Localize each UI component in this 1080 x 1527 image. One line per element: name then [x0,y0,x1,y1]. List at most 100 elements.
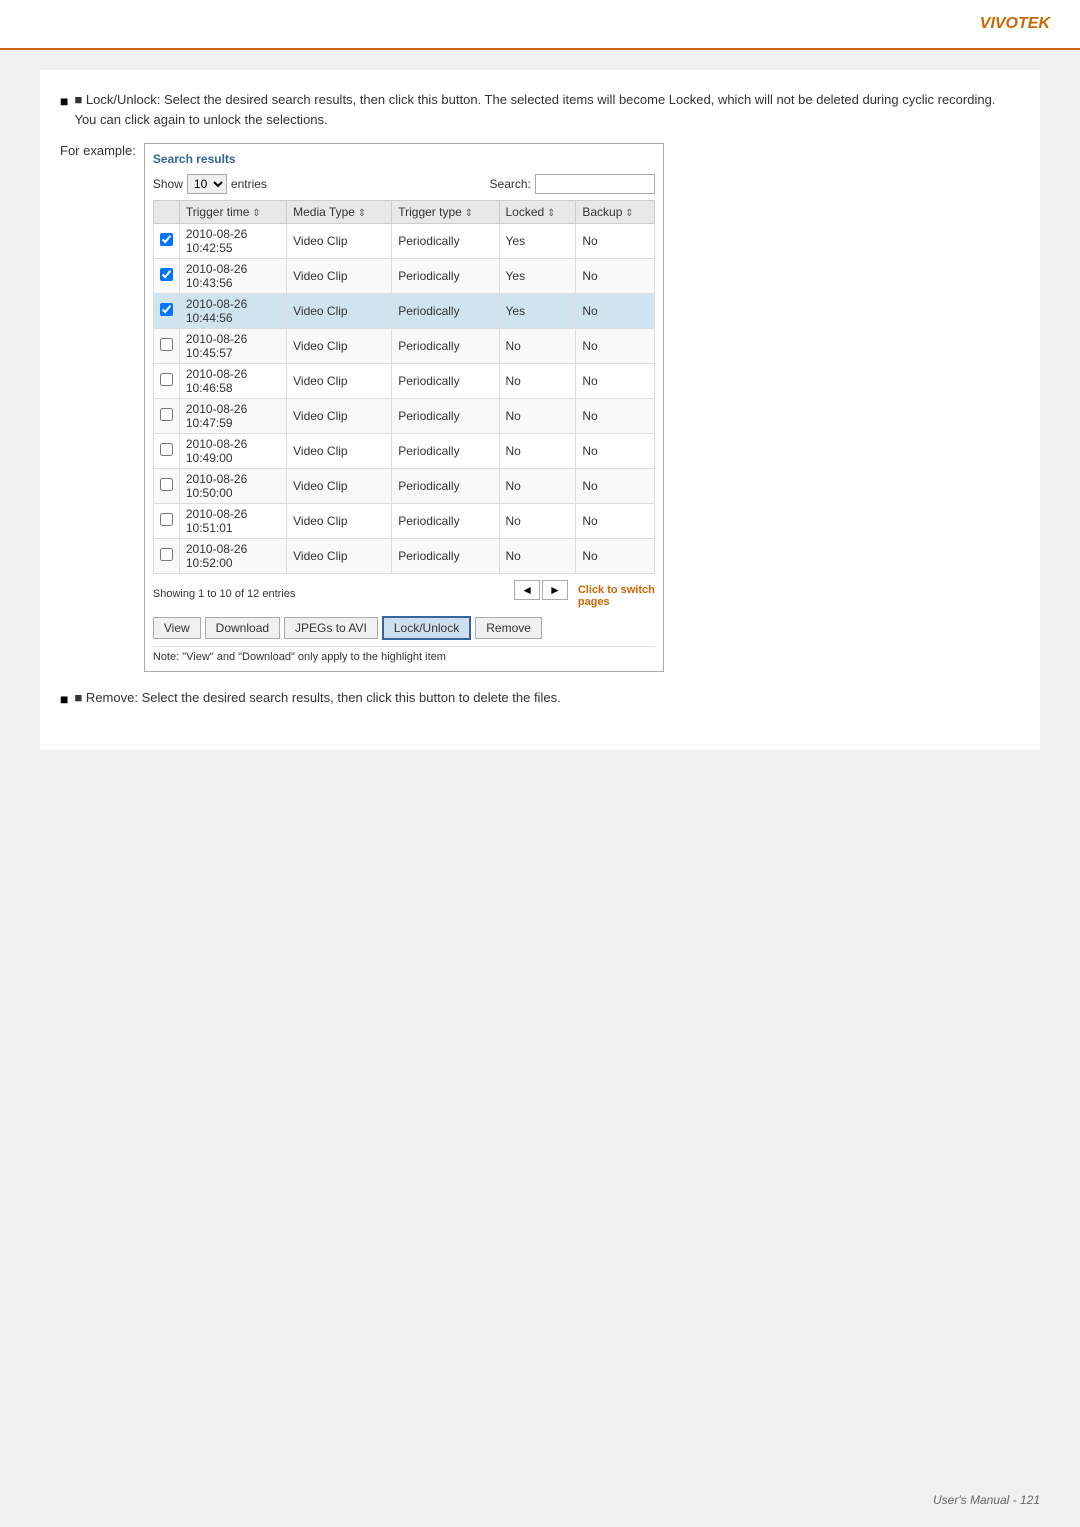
trigger-time-cell: 2010-08-2610:43:56 [179,259,286,294]
backup-cell: No [576,259,655,294]
locked-cell: No [499,469,576,504]
trigger-time-cell: 2010-08-2610:42:55 [179,224,286,259]
locked-cell: Yes [499,224,576,259]
locked-cell: No [499,504,576,539]
action-buttons: View Download JPEGs to AVI Lock/Unlock R… [153,616,655,640]
annotation-wrapper: ◄ ► Click to switchpages [514,580,655,608]
trigger-time-cell: 2010-08-2610:49:00 [179,434,286,469]
row-checkbox[interactable] [160,373,173,386]
remove-instruction-text: ■ Remove: Select the desired search resu… [74,688,560,708]
checkbox-cell[interactable] [153,539,179,574]
checkbox-cell[interactable] [153,504,179,539]
trigger-type-cell: Periodically [392,294,499,329]
search-results-title: Search results [153,152,655,166]
brand-logo: VIVOTEK [980,15,1050,33]
table-row: 2010-08-2610:50:00Video ClipPeriodically… [153,469,654,504]
checkbox-cell[interactable] [153,434,179,469]
trigger-time-cell: 2010-08-2610:44:56 [179,294,286,329]
row-checkbox[interactable] [160,303,173,316]
page-nav: ◄ ► [514,580,568,600]
row-checkbox[interactable] [160,548,173,561]
checkbox-cell[interactable] [153,364,179,399]
checkbox-cell[interactable] [153,469,179,504]
table-row: 2010-08-2610:51:01Video ClipPeriodically… [153,504,654,539]
trigger-type-cell: Periodically [392,399,499,434]
locked-cell: No [499,539,576,574]
col-media-type[interactable]: Media Type [287,201,392,224]
checkbox-cell[interactable] [153,294,179,329]
media-type-cell: Video Clip [287,329,392,364]
trigger-type-cell: Periodically [392,434,499,469]
locked-cell: No [499,434,576,469]
search-results-panel: Search results Show 10 25 50 entries Sea… [144,143,664,672]
row-checkbox[interactable] [160,513,173,526]
entries-label: entries [231,177,267,191]
row-checkbox[interactable] [160,338,173,351]
lock-unlock-button[interactable]: Lock/Unlock [382,616,471,640]
table-footer: Showing 1 to 10 of 12 entries ◄ ► Click … [153,580,655,608]
row-checkbox[interactable] [160,443,173,456]
showing-text: Showing 1 to 10 of 12 entries [153,588,295,600]
backup-cell: No [576,329,655,364]
locked-cell: No [499,399,576,434]
checkbox-cell[interactable] [153,329,179,364]
trigger-type-cell: Periodically [392,469,499,504]
bullet-remove: ■ ■ Remove: Select the desired search re… [60,688,1020,710]
col-backup[interactable]: Backup [576,201,655,224]
backup-cell: No [576,539,655,574]
view-button[interactable]: View [153,617,201,639]
media-type-cell: Video Clip [287,399,392,434]
download-button[interactable]: Download [205,617,280,639]
remove-instruction: ■ ■ Remove: Select the desired search re… [60,688,1020,710]
locked-cell: No [499,329,576,364]
annotation-text: Click to switchpages [578,584,655,608]
next-page-btn[interactable]: ► [542,580,568,600]
search-input[interactable] [535,174,655,194]
for-example-block: For example: Search results Show 10 25 5… [60,143,1020,672]
row-checkbox[interactable] [160,408,173,421]
backup-cell: No [576,504,655,539]
table-row: 2010-08-2610:47:59Video ClipPeriodically… [153,399,654,434]
table-row: 2010-08-2610:42:55Video ClipPeriodically… [153,224,654,259]
prev-page-btn[interactable]: ◄ [514,580,540,600]
trigger-type-cell: Periodically [392,259,499,294]
checkbox-cell[interactable] [153,224,179,259]
backup-cell: No [576,469,655,504]
remove-button[interactable]: Remove [475,617,542,639]
show-entries: Show 10 25 50 entries [153,174,267,194]
bullet-lock: ■ ■ Lock/Unlock: Select the desired sear… [60,90,1020,129]
checkbox-cell[interactable] [153,399,179,434]
row-checkbox[interactable] [160,233,173,246]
col-locked[interactable]: Locked [499,201,576,224]
col-trigger-time[interactable]: Trigger time [179,201,286,224]
table-row: 2010-08-2610:46:58Video ClipPeriodically… [153,364,654,399]
checkbox-cell[interactable] [153,259,179,294]
locked-cell: No [499,364,576,399]
show-select[interactable]: 10 25 50 [187,174,227,194]
lock-instruction-text: ■ Lock/Unlock: Select the desired search… [74,90,1020,129]
media-type-cell: Video Clip [287,434,392,469]
backup-cell: No [576,434,655,469]
locked-cell: Yes [499,259,576,294]
backup-cell: No [576,224,655,259]
media-type-cell: Video Clip [287,259,392,294]
media-type-cell: Video Clip [287,364,392,399]
note-text: Note: "View" and "Download" only apply t… [153,646,655,663]
col-checkbox [153,201,179,224]
top-bar: VIVOTEK [0,0,1080,50]
trigger-time-cell: 2010-08-2610:46:58 [179,364,286,399]
row-checkbox[interactable] [160,478,173,491]
trigger-time-cell: 2010-08-2610:52:00 [179,539,286,574]
trigger-type-cell: Periodically [392,539,499,574]
media-type-cell: Video Clip [287,504,392,539]
col-trigger-type[interactable]: Trigger type [392,201,499,224]
trigger-time-cell: 2010-08-2610:45:57 [179,329,286,364]
media-type-cell: Video Clip [287,294,392,329]
page-footer: User's Manual - 121 [933,1493,1040,1507]
jpegs-to-avi-button[interactable]: JPEGs to AVI [284,617,378,639]
controls-row: Show 10 25 50 entries Search: [153,174,655,194]
trigger-time-cell: 2010-08-2610:47:59 [179,399,286,434]
media-type-cell: Video Clip [287,539,392,574]
row-checkbox[interactable] [160,268,173,281]
table-body: 2010-08-2610:42:55Video ClipPeriodically… [153,224,654,574]
